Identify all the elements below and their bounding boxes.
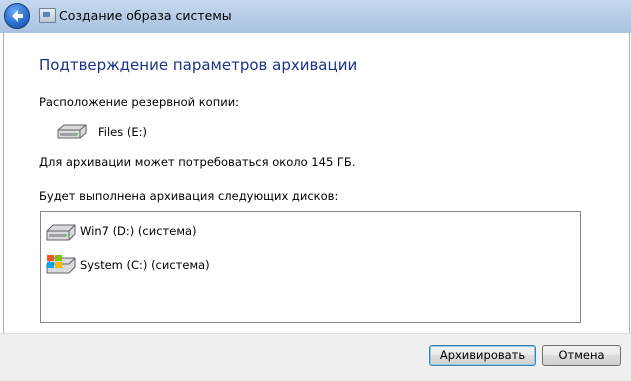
system-image-icon bbox=[39, 8, 56, 23]
location-label: Расположение резервной копии: bbox=[39, 95, 240, 109]
back-arrow-icon bbox=[12, 10, 23, 22]
disks-label: Будет выполнена архивация следующих диск… bbox=[39, 189, 339, 203]
space-requirement-note: Для архивации может потребоваться около … bbox=[39, 155, 356, 169]
title-bar: Создание образа системы bbox=[0, 0, 631, 33]
hard-drive-icon bbox=[57, 124, 87, 139]
backup-location-drive: Files (E:) bbox=[98, 125, 148, 139]
dialog-footer: Архивировать Отмена bbox=[0, 333, 631, 381]
cancel-button[interactable]: Отмена bbox=[542, 345, 621, 366]
back-button[interactable] bbox=[4, 3, 30, 29]
page-heading: Подтверждение параметров архивации bbox=[39, 56, 358, 74]
list-item[interactable]: System (C:) (система) bbox=[80, 258, 210, 272]
windows-drive-icon bbox=[46, 255, 76, 274]
list-item[interactable]: Win7 (D:) (система) bbox=[80, 224, 197, 238]
hard-drive-icon bbox=[46, 224, 76, 241]
archive-button[interactable]: Архивировать bbox=[429, 345, 536, 366]
window-title: Создание образа системы bbox=[59, 8, 232, 23]
